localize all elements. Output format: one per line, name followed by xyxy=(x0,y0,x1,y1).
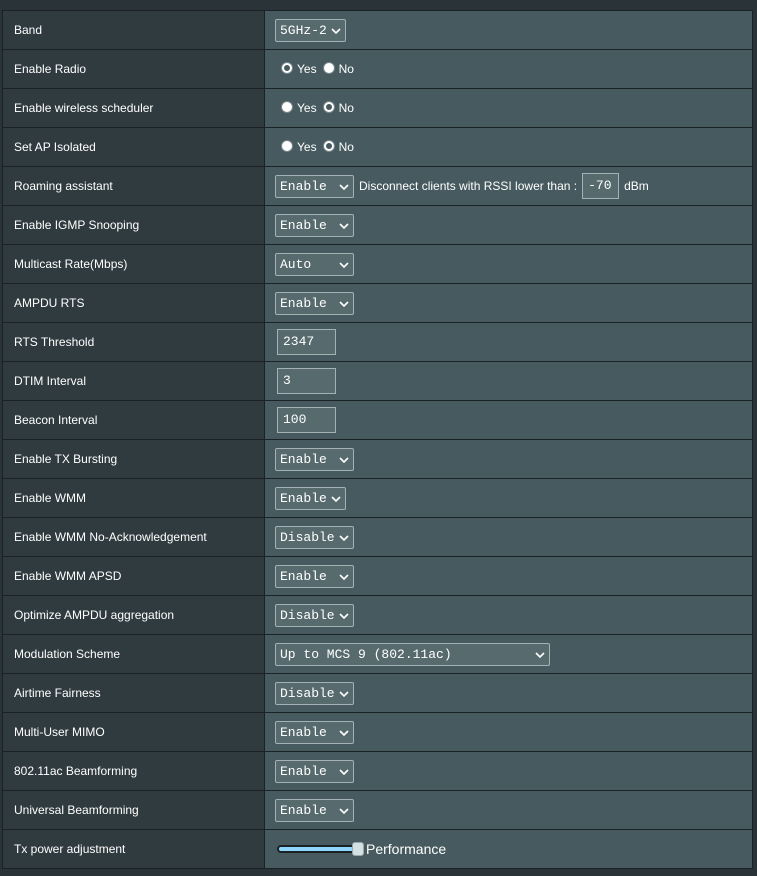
row-multi-user-mimo: Multi-User MIMO Enable xyxy=(2,712,753,752)
row-beacon-interval: Beacon Interval 100 xyxy=(2,400,753,440)
radio-label: No xyxy=(338,101,354,115)
row-ampdu-rts: AMPDU RTS Enable xyxy=(2,283,753,323)
row-label: Optimize AMPDU aggregation xyxy=(2,595,265,635)
scheduler-no-radio[interactable] xyxy=(322,101,335,113)
wireless-professional-settings-table: Band 5GHz-2 Enable Radio Yes No Enable w… xyxy=(2,10,753,869)
row-enable-igmp-snooping: Enable IGMP Snooping Enable xyxy=(2,205,753,245)
row-label: Set AP Isolated xyxy=(2,127,265,167)
chevron-down-icon xyxy=(339,729,349,736)
band-select[interactable]: 5GHz-2 xyxy=(275,18,346,42)
row-label: Enable IGMP Snooping xyxy=(2,205,265,245)
chevron-down-icon xyxy=(339,222,349,229)
row-airtime-fairness: Airtime Fairness Disable xyxy=(2,673,753,713)
slider-fill xyxy=(279,847,359,851)
row-label: Enable WMM No-Acknowledgement xyxy=(2,517,265,557)
chevron-down-icon xyxy=(339,261,349,268)
row-modulation-scheme: Modulation Scheme Up to MCS 9 (802.11ac) xyxy=(2,634,753,674)
row-label: Enable TX Bursting xyxy=(2,439,265,479)
wmm-select[interactable]: Enable xyxy=(275,486,346,510)
row-label: Modulation Scheme xyxy=(2,634,265,674)
airtime-fairness-select[interactable]: Disable xyxy=(275,681,354,705)
ampdu-rts-select[interactable]: Enable xyxy=(275,291,354,315)
row-label: DTIM Interval xyxy=(2,361,265,401)
row-label: Enable WMM APSD xyxy=(2,556,265,596)
wmm-apsd-select[interactable]: Enable xyxy=(275,564,354,588)
row-multicast-rate: Multicast Rate(Mbps) Auto xyxy=(2,244,753,284)
tx-power-slider[interactable] xyxy=(277,842,364,856)
row-enable-wireless-scheduler: Enable wireless scheduler Yes No xyxy=(2,88,753,128)
multicast-rate-select[interactable]: Auto xyxy=(275,252,354,276)
chevron-down-icon xyxy=(339,612,349,619)
chevron-down-icon xyxy=(339,183,349,190)
scheduler-yes-radio[interactable] xyxy=(281,101,293,113)
row-universal-beamforming: Universal Beamforming Enable xyxy=(2,790,753,830)
ampdu-aggregation-select[interactable]: Disable xyxy=(275,603,354,627)
row-set-ap-isolated: Set AP Isolated Yes No xyxy=(2,127,753,167)
chevron-down-icon xyxy=(331,27,341,34)
tx-power-level-label: Performance xyxy=(366,841,447,857)
ap-isolated-yes-radio[interactable] xyxy=(281,140,293,152)
row-enable-radio: Enable Radio Yes No xyxy=(2,49,753,89)
chevron-down-icon xyxy=(339,456,349,463)
dtim-interval-input[interactable]: 3 xyxy=(277,368,336,394)
row-label: Enable WMM xyxy=(2,478,265,518)
row-label: 802.11ac Beamforming xyxy=(2,751,265,791)
universal-beamforming-select[interactable]: Enable xyxy=(275,798,354,822)
radio-label: No xyxy=(338,62,354,76)
row-label: Multicast Rate(Mbps) xyxy=(2,244,265,284)
chevron-down-icon xyxy=(339,768,349,775)
chevron-down-icon xyxy=(339,807,349,814)
row-label: Beacon Interval xyxy=(2,400,265,440)
row-rts-threshold: RTS Threshold 2347 xyxy=(2,322,753,362)
modulation-scheme-select[interactable]: Up to MCS 9 (802.11ac) xyxy=(275,642,550,666)
chevron-down-icon xyxy=(339,573,349,580)
row-enable-tx-bursting: Enable TX Bursting Enable xyxy=(2,439,753,479)
rssi-description: Disconnect clients with RSSI lower than … xyxy=(359,179,578,193)
mu-mimo-select[interactable]: Enable xyxy=(275,720,354,744)
tx-bursting-select[interactable]: Enable xyxy=(275,447,354,471)
row-dtim-interval: DTIM Interval 3 xyxy=(2,361,753,401)
chevron-down-icon xyxy=(535,651,545,658)
radio-label: Yes xyxy=(297,140,317,154)
row-label: Universal Beamforming xyxy=(2,790,265,830)
radio-label: Yes xyxy=(297,62,317,76)
beacon-interval-input[interactable]: 100 xyxy=(277,407,336,433)
rssi-threshold-input[interactable]: -70 xyxy=(582,173,620,199)
chevron-down-icon xyxy=(339,690,349,697)
row-optimize-ampdu-aggregation: Optimize AMPDU aggregation Disable xyxy=(2,595,753,635)
roaming-assistant-select[interactable]: Enable xyxy=(275,174,354,198)
row-label: Tx power adjustment xyxy=(2,829,265,869)
row-label: Band xyxy=(2,10,265,50)
chevron-down-icon xyxy=(339,300,349,307)
row-label: Multi-User MIMO xyxy=(2,712,265,752)
enable-radio-no-radio[interactable] xyxy=(322,62,335,74)
chevron-down-icon xyxy=(339,534,349,541)
radio-label: Yes xyxy=(297,101,317,115)
row-label: RTS Threshold xyxy=(2,322,265,362)
row-enable-wmm-no-ack: Enable WMM No-Acknowledgement Disable xyxy=(2,517,753,557)
ap-isolated-no-radio[interactable] xyxy=(322,140,335,152)
row-label: Enable Radio xyxy=(2,49,265,89)
rts-threshold-input[interactable]: 2347 xyxy=(277,329,336,355)
chevron-down-icon xyxy=(331,495,341,502)
row-tx-power-adjustment: Tx power adjustment Performance xyxy=(2,829,753,869)
row-80211ac-beamforming: 802.11ac Beamforming Enable xyxy=(2,751,753,791)
rssi-unit: dBm xyxy=(624,179,649,193)
row-label: Enable wireless scheduler xyxy=(2,88,265,128)
row-label: AMPDU RTS xyxy=(2,283,265,323)
row-enable-wmm: Enable WMM Enable xyxy=(2,478,753,518)
row-roaming-assistant: Roaming assistant Enable Disconnect clie… xyxy=(2,166,753,206)
row-band: Band 5GHz-2 xyxy=(2,10,753,50)
slider-handle[interactable] xyxy=(352,842,364,856)
wmm-no-ack-select[interactable]: Disable xyxy=(275,525,354,549)
row-label: Roaming assistant xyxy=(2,166,265,206)
enable-radio-yes-radio[interactable] xyxy=(281,62,293,74)
row-label: Airtime Fairness xyxy=(2,673,265,713)
radio-label: No xyxy=(338,140,354,154)
igmp-snooping-select[interactable]: Enable xyxy=(275,213,354,237)
ac-beamforming-select[interactable]: Enable xyxy=(275,759,354,783)
row-enable-wmm-apsd: Enable WMM APSD Enable xyxy=(2,556,753,596)
